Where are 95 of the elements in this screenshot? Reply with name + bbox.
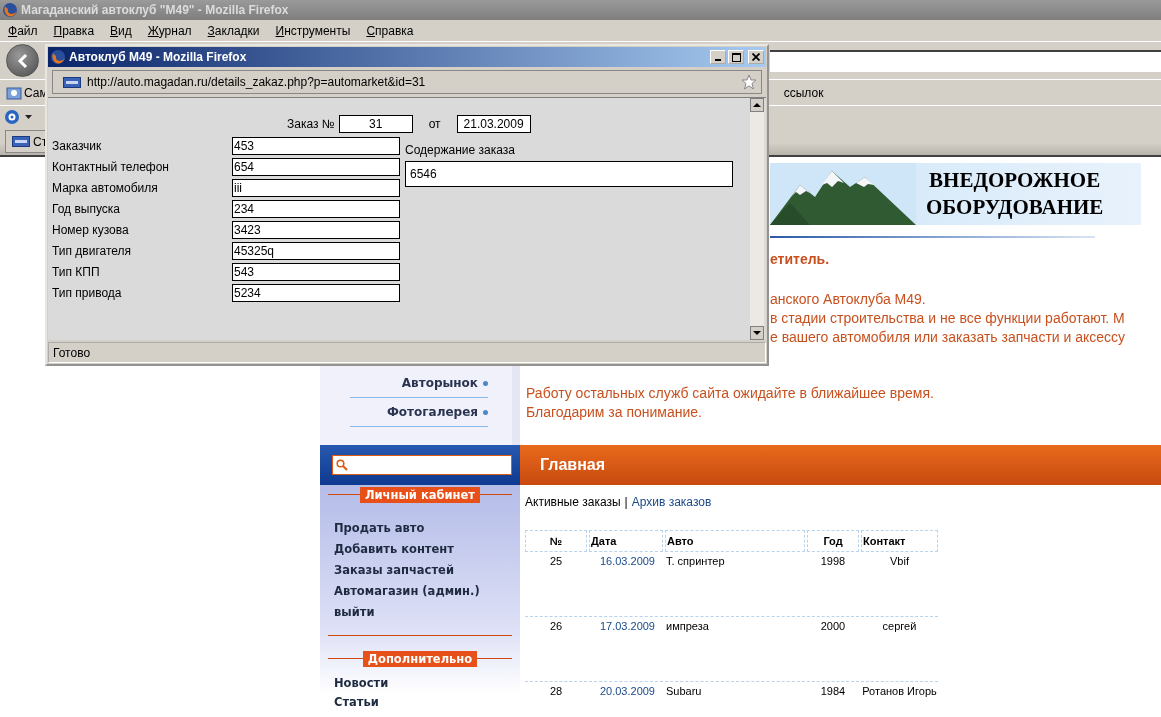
table-cell: 1984	[807, 681, 859, 717]
menu-item[interactable]: Вид	[106, 23, 138, 38]
section-heading: Личный кабинет	[360, 487, 480, 503]
field-label: Заказчик	[52, 138, 103, 154]
order-date-field[interactable]: 21.03.2009	[456, 115, 531, 133]
table-cell-text: 25	[548, 554, 564, 569]
notice-text: Работу остальных служб сайта ожидайте в ближайшее время.	[526, 384, 935, 403]
sidebar-link[interactable]: Новости	[334, 674, 512, 693]
text-area[interactable]: 6546	[405, 161, 733, 187]
bookmark-item[interactable]: ссылок	[783, 85, 824, 100]
browser-icon	[2, 2, 18, 18]
menu-item[interactable]: Справка	[362, 23, 420, 38]
menu-item[interactable]: Файл	[4, 23, 44, 38]
sidebar-link[interactable]: Автомагазин (админ.)	[334, 581, 512, 602]
column-header: Авто	[665, 530, 805, 552]
nav-link[interactable]: Авторынок	[350, 369, 488, 398]
input-field[interactable]: iii	[232, 179, 400, 197]
sidebar-link[interactable]: выйти	[334, 602, 512, 623]
table-cell: 2000	[807, 616, 859, 681]
tab-link[interactable]: Архив заказов	[631, 495, 712, 509]
page-title: Главная	[540, 456, 606, 474]
section-heading: Дополнительно	[362, 651, 478, 667]
table-cell: 26	[525, 616, 587, 681]
field-label: Контактный телефон	[52, 159, 170, 175]
field-label: Номер кузова	[52, 222, 130, 238]
notice-text: Благодарим за понимание.	[526, 403, 703, 422]
toolbar-icon[interactable]	[4, 109, 20, 125]
field-label: Тип двигателя	[52, 243, 133, 259]
field-label: Заказ №	[287, 117, 335, 131]
url-text: http://auto.magadan.ru/details_zakaz.php?p=automarket&id=31	[87, 75, 426, 89]
input-field[interactable]: 543	[232, 263, 400, 281]
menu-item[interactable]: Инструменты	[271, 23, 357, 38]
url-field[interactable]: http://auto.magadan.ru/details_zakaz.php?p=automarket&id=31	[52, 70, 762, 94]
table-cell-text: 1998	[819, 554, 847, 569]
star-icon[interactable]	[741, 74, 757, 90]
sidebar-link[interactable]: Добавить контент	[334, 539, 512, 560]
status-text: Готово	[53, 345, 91, 360]
window-title: Автоклуб M49 - Mozilla Firefox	[69, 50, 247, 64]
table-cell: 28	[525, 681, 587, 717]
address-field[interactable]	[770, 49, 1161, 72]
date-link[interactable]: 16.03.2009	[589, 552, 663, 616]
back-button[interactable]	[6, 44, 39, 77]
window-title: Магаданский автоклуб "M49" - Mozilla Firefox	[21, 3, 289, 17]
menu-item[interactable]: Правка	[49, 23, 101, 38]
field-label: Марка автомобиля	[52, 180, 159, 196]
field-label: Тип КПП	[52, 264, 101, 280]
greeting-text: етитель.	[770, 250, 831, 268]
menu-item[interactable]: Закладки	[203, 23, 266, 38]
caret-icon	[25, 115, 32, 119]
maximize-button[interactable]	[728, 50, 744, 64]
separator-text: |	[624, 495, 628, 509]
active-tab[interactable]: Активные заказы	[525, 495, 621, 509]
table-cell: Ротанов Игорь	[861, 681, 938, 717]
input-field[interactable]: 3423	[232, 221, 400, 239]
table-cell-text: Т. спринтер	[665, 554, 726, 569]
site-icon	[12, 134, 30, 149]
field-label: Год выпуска	[52, 201, 121, 217]
input-field[interactable]: 654	[232, 158, 400, 176]
welcome-text: в стадии строительства и не все функции работают. М	[770, 309, 1126, 328]
nav-link[interactable]: Фотогалерея	[350, 398, 488, 427]
order-number-field[interactable]: 31	[338, 115, 413, 133]
column-header: Год	[807, 530, 859, 552]
table-cell-text: Vbif	[889, 554, 910, 569]
field-label: Содержание заказа	[405, 142, 516, 158]
table-cell: импреза	[665, 616, 805, 681]
column-header: Контакт	[861, 530, 938, 552]
browser-icon	[50, 49, 66, 65]
column-header: Дата	[589, 530, 663, 552]
search-field[interactable]	[332, 455, 512, 475]
close-icon	[752, 53, 760, 61]
maximize-icon	[731, 52, 741, 62]
close-button[interactable]	[748, 50, 764, 64]
input-field[interactable]: 45325q	[232, 242, 400, 260]
banner-title: ОБОРУДОВАНИЕ	[926, 194, 1104, 221]
table-cell: сергей	[861, 616, 938, 681]
column-header: №	[525, 530, 587, 552]
welcome-text: е вашего автомобиля или заказать запчасти и аксессу	[770, 328, 1127, 347]
date-link[interactable]: 20.03.2009	[589, 681, 663, 717]
search-icon	[336, 459, 348, 471]
sidebar-link[interactable]: Продать авто	[334, 518, 512, 539]
input-field[interactable]: 453	[232, 137, 400, 155]
table-cell: Subaru	[665, 681, 805, 717]
welcome-text: анского Автоклуба М49.	[770, 290, 927, 309]
site-icon	[63, 74, 81, 90]
input-field[interactable]: 5234	[232, 284, 400, 302]
field-label: Тип привода	[52, 285, 123, 301]
input-field[interactable]: 234	[232, 200, 400, 218]
sidebar-link[interactable]: Статьи	[334, 693, 512, 712]
menu-item[interactable]: Журнал	[143, 23, 198, 38]
banner-title: ВНЕДОРОЖНОЕ	[929, 167, 1101, 194]
minimize-button[interactable]	[710, 50, 726, 64]
scrollbar[interactable]	[750, 98, 764, 340]
sidebar-link[interactable]: Заказы запчастей	[334, 560, 512, 581]
field-label: от	[428, 117, 441, 131]
date-link[interactable]: 17.03.2009	[589, 616, 663, 681]
